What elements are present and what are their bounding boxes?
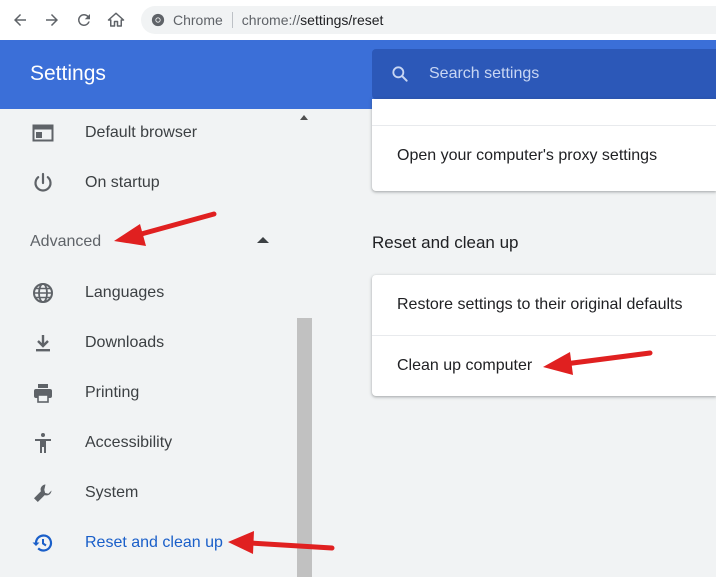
scroll-up-arrow-icon[interactable]	[300, 115, 308, 120]
sidebar-item-label: Printing	[85, 384, 140, 401]
download-icon	[31, 331, 55, 355]
browser-window-icon	[31, 121, 55, 145]
search-box[interactable]	[372, 49, 716, 99]
sidebar-item-label: System	[85, 484, 139, 501]
reload-icon	[77, 13, 90, 26]
sidebar-item-default-browser[interactable]: Default browser	[0, 110, 297, 156]
sidebar-item-printing[interactable]: Printing	[0, 370, 297, 416]
sidebar-item-system[interactable]: System	[0, 470, 297, 516]
proxy-settings-label: Open your computer's proxy settings	[397, 147, 658, 164]
wrench-icon	[31, 481, 55, 505]
sidebar-item-label: Downloads	[85, 334, 165, 351]
sidebar-item-on-startup[interactable]: On startup	[0, 160, 297, 206]
sidebar-item-accessibility[interactable]: Accessibility	[0, 420, 297, 466]
search-input[interactable]	[429, 65, 689, 83]
sidebar-item-languages[interactable]: Languages	[0, 270, 297, 316]
caret-up-icon	[257, 237, 269, 243]
sidebar-item-label: Default browser	[85, 124, 198, 141]
home-icon	[107, 12, 125, 27]
advanced-label: Advanced	[30, 233, 102, 250]
power-icon	[31, 171, 55, 195]
page-title: Settings	[30, 62, 106, 85]
site-chip: Chrome	[173, 12, 223, 28]
address-bar[interactable]: Chrome chrome://settings/reset	[141, 6, 716, 34]
sidebar-item-label: Reset and clean up	[85, 534, 223, 551]
printer-icon	[31, 381, 55, 405]
section-title: Reset and clean up	[372, 233, 519, 252]
search-icon	[392, 66, 408, 82]
advanced-toggle[interactable]: Advanced	[0, 222, 297, 262]
sidebar: Default browser On startup Advanced Lang…	[0, 109, 297, 577]
restore-defaults-label: Restore settings to their original defau…	[397, 296, 683, 313]
forward-button[interactable]	[36, 4, 68, 36]
sidebar-scrollbar[interactable]	[297, 109, 312, 577]
browser-toolbar: Chrome chrome://settings/reset	[0, 0, 716, 40]
clean-up-computer-label: Clean up computer	[397, 357, 533, 374]
restore-defaults-row[interactable]: Restore settings to their original defau…	[372, 275, 716, 335]
arrow-left-icon	[14, 14, 26, 26]
history-icon	[31, 531, 55, 555]
main-content: Open your computer's proxy settings Rese…	[312, 99, 716, 577]
globe-icon	[31, 281, 55, 305]
omnibox-divider	[231, 12, 233, 28]
sidebar-item-downloads[interactable]: Downloads	[0, 320, 297, 366]
clean-up-computer-row[interactable]: Clean up computer	[372, 336, 716, 396]
sidebar-item-label: On startup	[85, 174, 160, 191]
chrome-icon	[151, 13, 165, 27]
url-scheme: chrome://	[241, 12, 301, 28]
back-button[interactable]	[4, 4, 36, 36]
sidebar-item-label: Accessibility	[85, 434, 173, 451]
sidebar-item-reset-and-clean-up[interactable]: Reset and clean up	[0, 520, 297, 566]
url-path: settings/reset	[300, 12, 384, 28]
reload-button[interactable]	[68, 4, 100, 36]
proxy-settings-row[interactable]: Open your computer's proxy settings	[372, 126, 716, 186]
home-button[interactable]	[100, 4, 132, 36]
scrollbar-thumb[interactable]	[297, 318, 312, 577]
accessibility-icon	[31, 431, 55, 455]
sidebar-item-label: Languages	[85, 284, 165, 301]
reset-card: Restore settings to their original defau…	[372, 275, 716, 396]
network-card: Open your computer's proxy settings	[372, 99, 716, 191]
url-text: chrome://settings/reset	[242, 12, 384, 28]
arrow-right-icon	[46, 14, 58, 26]
